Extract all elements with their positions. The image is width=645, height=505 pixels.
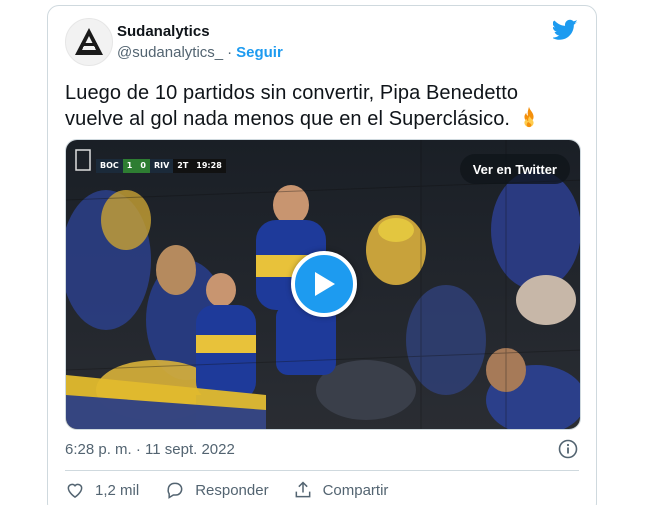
author-name[interactable]: Sudanalytics [117, 23, 210, 40]
reply-label: Responder [195, 481, 269, 499]
twitter-bird-icon[interactable] [553, 19, 578, 41]
view-on-twitter-button[interactable]: Ver en Twitter [459, 154, 570, 184]
tweet-card: Sudanalytics @sudanalytics_ · Seguir Lue… [47, 5, 597, 505]
tweet-actions: 1,2 mil Responder Compartir [65, 480, 388, 500]
video-player[interactable]: BOC 1 0 RIV 2T 19:28 Ver en Twitter [65, 139, 581, 430]
scoreboard: BOC 1 0 RIV 2T 19:28 [96, 158, 226, 174]
like-count: 1,2 mil [95, 481, 140, 499]
reply-button[interactable]: Responder [165, 480, 269, 500]
play-icon [315, 272, 335, 296]
home-score: 1 [122, 159, 137, 173]
heart-icon [67, 483, 83, 498]
match-period: 2T [173, 159, 193, 173]
away-team: RIV [149, 159, 174, 173]
separator-dot: · [227, 44, 233, 61]
share-icon [295, 481, 310, 498]
fire-emoji-icon [524, 106, 534, 128]
reply-icon [167, 482, 183, 499]
tweet-body: Luego de 10 partidos sin convertir, Pipa… [65, 82, 519, 130]
author-avatar[interactable] [65, 18, 113, 66]
tweet-text: Luego de 10 partidos sin convertir, Pipa… [65, 80, 580, 132]
home-team: BOC [96, 159, 123, 173]
match-clock: 19:28 [192, 159, 226, 173]
tweet-timestamp[interactable]: 6:28 p. m. · 11 sept. 2022 [65, 441, 235, 458]
author-handle-row: @sudanalytics_ · Seguir [117, 44, 283, 61]
like-button[interactable]: 1,2 mil [65, 480, 139, 500]
share-label: Compartir [322, 481, 389, 499]
follow-button[interactable]: Seguir [236, 44, 283, 61]
share-button[interactable]: Compartir [293, 480, 389, 500]
info-icon[interactable] [558, 439, 578, 459]
divider [65, 470, 579, 471]
author-handle[interactable]: @sudanalytics_ [117, 44, 223, 61]
sudanalytics-logo-icon [75, 28, 103, 55]
away-score: 0 [136, 159, 150, 173]
play-button[interactable] [291, 251, 357, 317]
